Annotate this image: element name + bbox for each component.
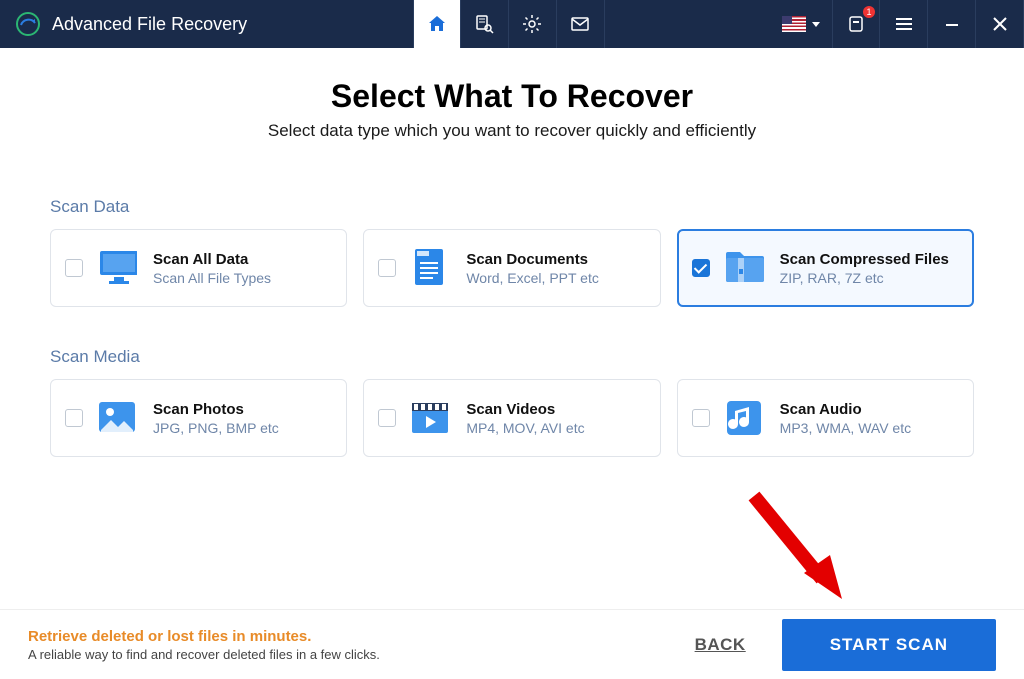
card-scan-all-data[interactable]: Scan All Data Scan All File Types [50,229,347,307]
photo-icon [97,398,137,438]
titlebar: Advanced File Recovery 1 [0,0,1024,48]
card-sub: Scan All File Types [153,270,271,286]
scan-media-row: Scan Photos JPG, PNG, BMP etc Scan Video… [50,379,974,457]
card-scan-compressed[interactable]: Scan Compressed Files ZIP, RAR, 7Z etc [677,229,974,307]
nav-settings[interactable] [509,0,557,48]
app-logo-icon [14,10,42,38]
nav-mail[interactable] [557,0,605,48]
scan-data-row: Scan All Data Scan All File Types Scan D… [50,229,974,307]
language-selector[interactable] [770,0,832,48]
flag-us-icon [782,16,806,32]
footer: Retrieve deleted or lost files in minute… [0,609,1024,679]
card-sub: JPG, PNG, BMP etc [153,420,279,436]
audio-icon [724,398,764,438]
nav-menu[interactable] [880,0,928,48]
section-scan-data-label: Scan Data [50,197,974,217]
card-sub: ZIP, RAR, 7Z etc [780,270,949,286]
video-icon [410,398,450,438]
card-title: Scan Audio [780,401,911,418]
card-sub: MP3, WMA, WAV etc [780,420,911,436]
page-subtitle: Select data type which you want to recov… [50,121,974,141]
checkbox[interactable] [692,409,710,427]
monitor-icon [97,248,137,288]
card-title: Scan Documents [466,251,599,268]
window-close[interactable] [976,0,1024,48]
red-arrow-annotation [734,481,854,611]
card-sub: Word, Excel, PPT etc [466,270,599,286]
card-title: Scan Photos [153,401,279,418]
notification-badge: 1 [863,6,875,18]
app-title: Advanced File Recovery [52,14,247,35]
zip-folder-icon [724,248,764,288]
promo-sub: A reliable way to find and recover delet… [28,647,380,662]
card-scan-documents[interactable]: Scan Documents Word, Excel, PPT etc [363,229,660,307]
card-title: Scan Videos [466,401,584,418]
card-title: Scan Compressed Files [780,251,949,268]
card-scan-photos[interactable]: Scan Photos JPG, PNG, BMP etc [50,379,347,457]
card-scan-videos[interactable]: Scan Videos MP4, MOV, AVI etc [363,379,660,457]
nav-home[interactable] [413,0,461,48]
promo-title: Retrieve deleted or lost files in minute… [28,628,380,645]
checkbox[interactable] [65,409,83,427]
titlebar-nav [413,0,605,48]
nav-notifications[interactable]: 1 [832,0,880,48]
back-button[interactable]: BACK [695,635,746,655]
checkbox[interactable] [65,259,83,277]
window-minimize[interactable] [928,0,976,48]
main-content: Select What To Recover Select data type … [0,48,1024,457]
nav-search-files[interactable] [461,0,509,48]
checkbox[interactable] [692,259,710,277]
document-icon [410,248,450,288]
start-scan-button[interactable]: START SCAN [782,619,996,671]
chevron-down-icon [812,22,820,27]
footer-promo: Retrieve deleted or lost files in minute… [28,628,380,662]
page-title: Select What To Recover [50,78,974,115]
checkbox[interactable] [378,409,396,427]
card-title: Scan All Data [153,251,271,268]
card-scan-audio[interactable]: Scan Audio MP3, WMA, WAV etc [677,379,974,457]
card-sub: MP4, MOV, AVI etc [466,420,584,436]
section-scan-media-label: Scan Media [50,347,974,367]
checkbox[interactable] [378,259,396,277]
